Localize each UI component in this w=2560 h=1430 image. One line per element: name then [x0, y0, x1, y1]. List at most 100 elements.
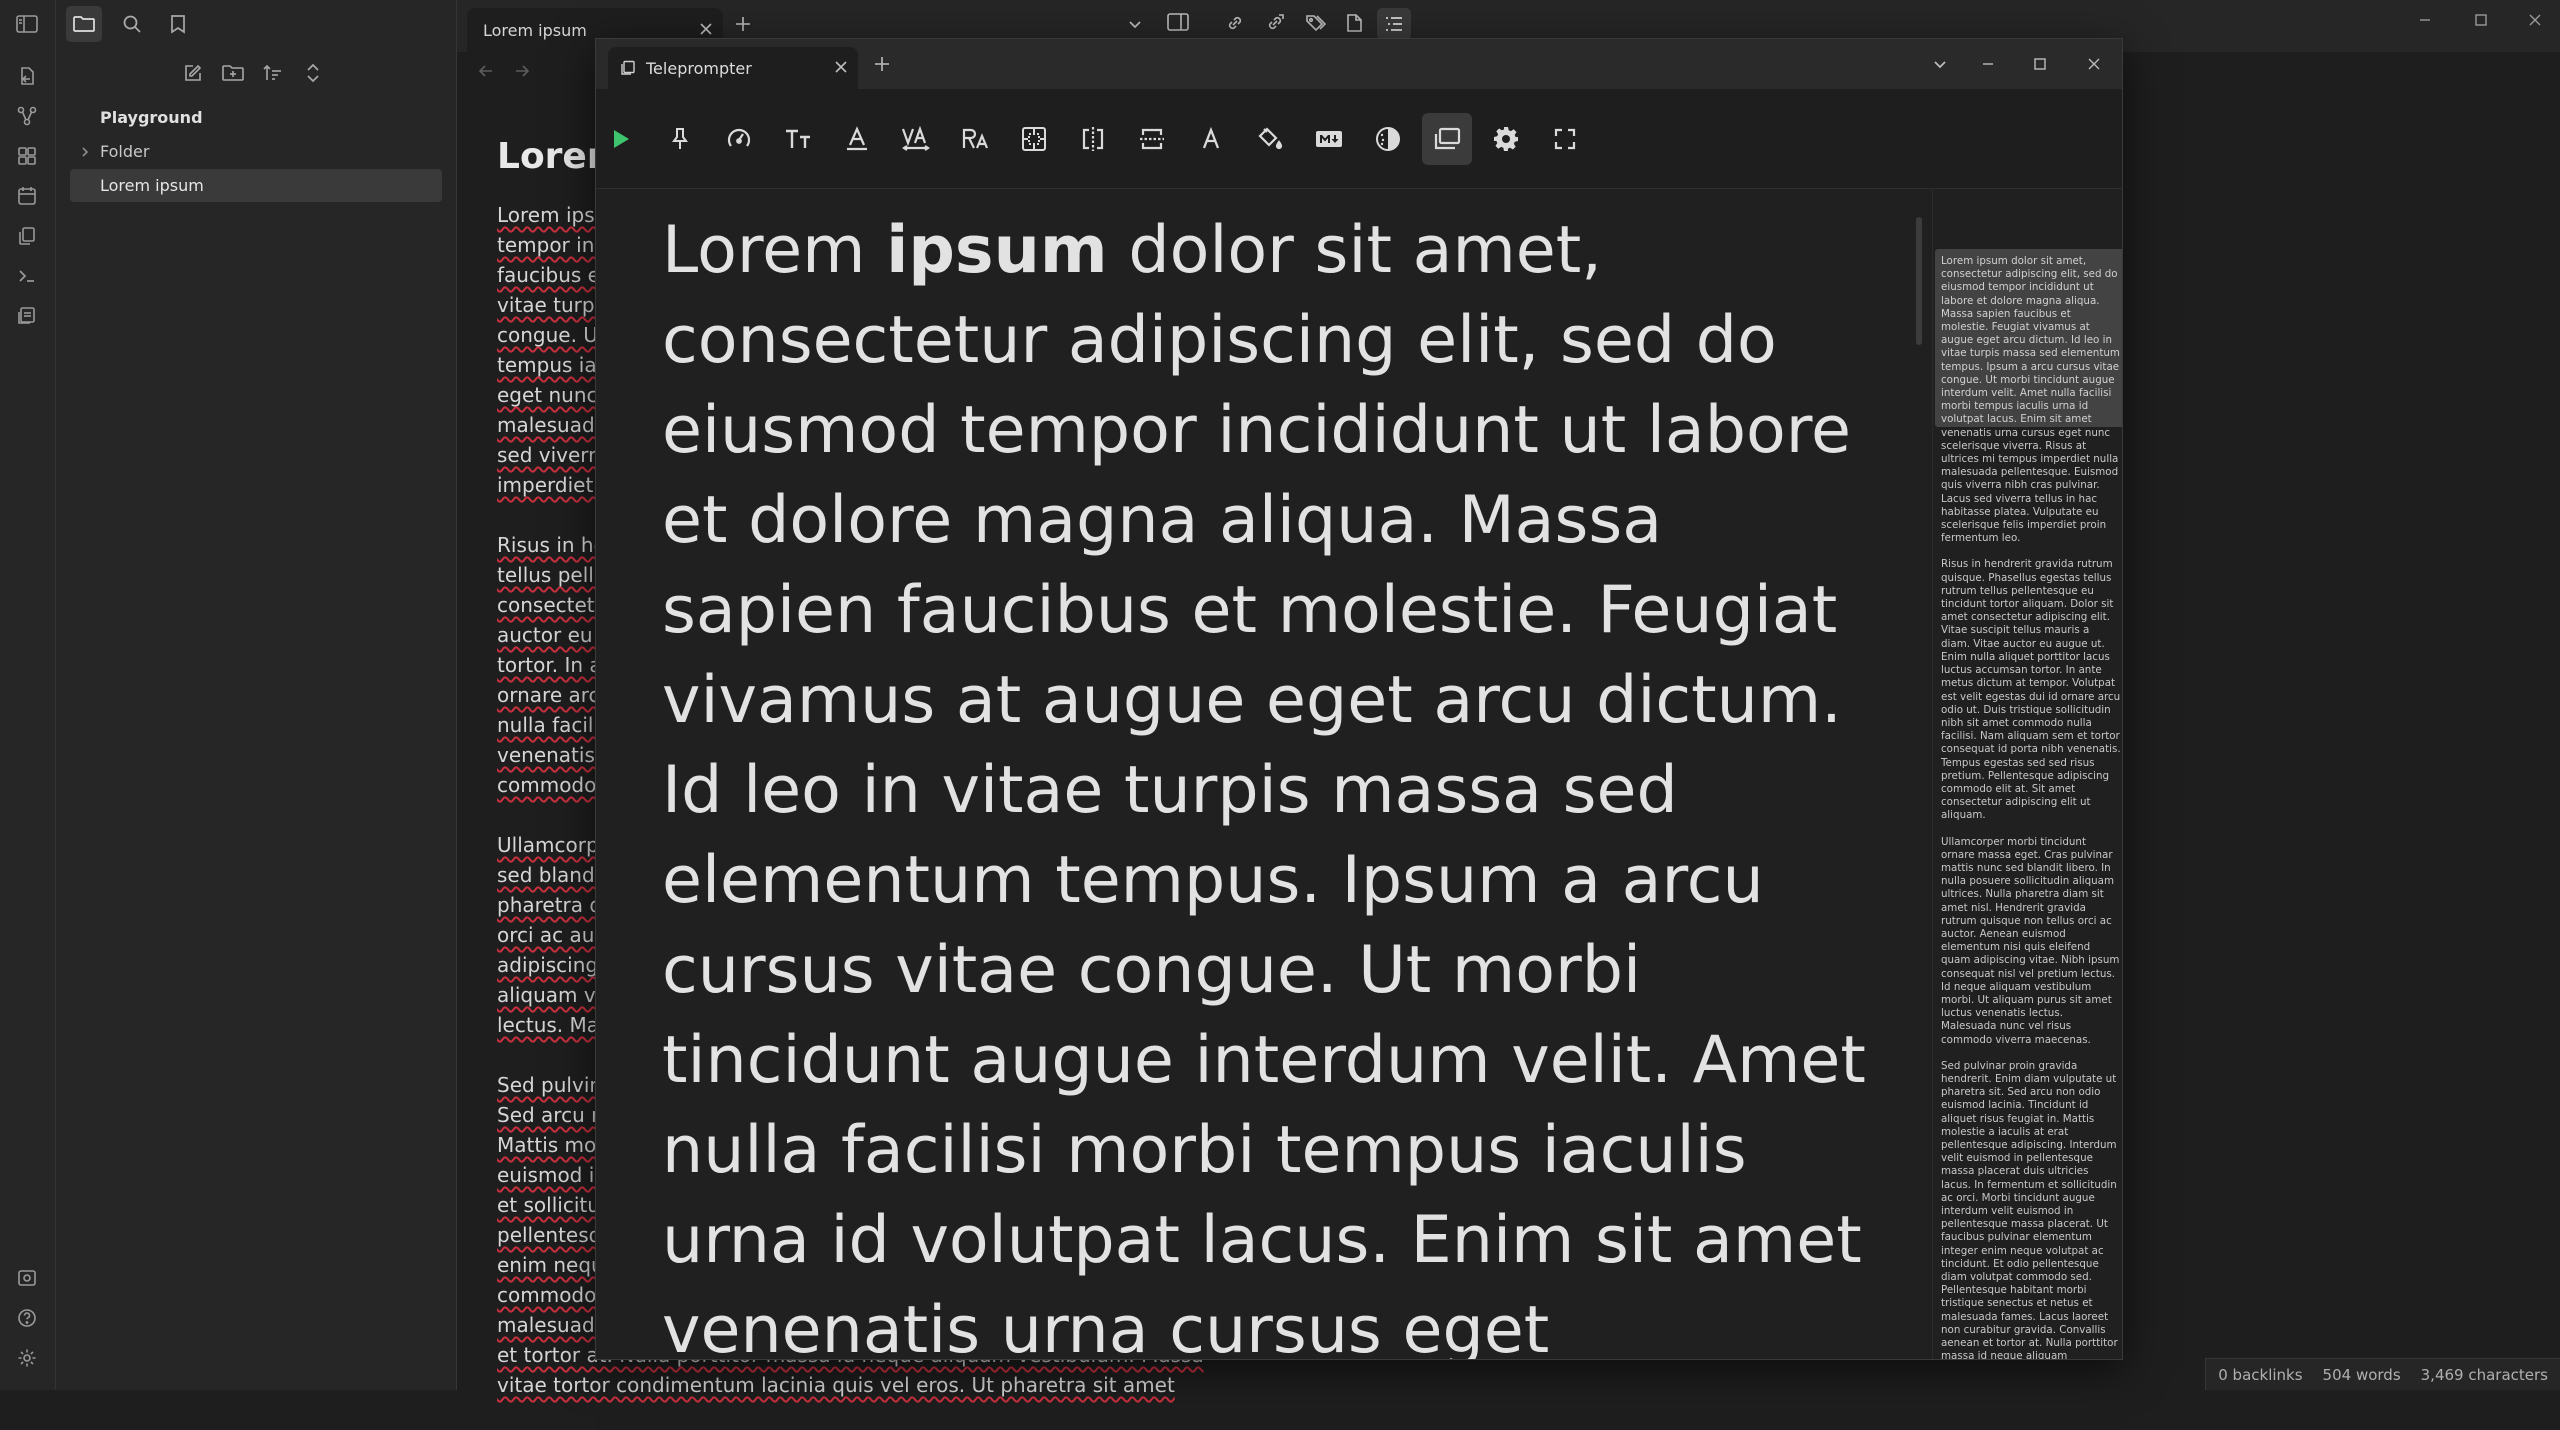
font-color-button[interactable] — [1186, 113, 1236, 165]
letter-spacing-icon — [901, 126, 931, 152]
tree-folder[interactable]: Folder — [70, 135, 442, 168]
markdown-button[interactable] — [1304, 113, 1354, 165]
back-arrow-icon[interactable] — [477, 62, 495, 80]
background-color-button[interactable] — [1245, 113, 1295, 165]
markdown-icon — [1315, 129, 1343, 149]
help-icon[interactable] — [13, 1304, 41, 1332]
paint-bucket-icon — [1257, 126, 1283, 152]
line-height-button[interactable] — [832, 113, 882, 165]
popout-maximize-icon[interactable] — [2016, 39, 2064, 89]
app-maximize-icon[interactable] — [2473, 12, 2489, 28]
flip-vertical-icon — [1139, 126, 1165, 152]
tree-file-selected[interactable]: Lorem ipsum — [70, 169, 442, 202]
flip-horizontal-icon — [1080, 126, 1106, 152]
tags-icon[interactable] — [1305, 13, 1327, 33]
font-family-icon — [961, 126, 989, 152]
vault-switcher-icon[interactable] — [13, 1264, 41, 1292]
app-close-icon[interactable] — [2527, 12, 2543, 28]
new-folder-icon[interactable] — [218, 58, 248, 88]
teleprompter-titlebar: Teleprompter — [596, 39, 2122, 89]
close-tab-icon[interactable] — [699, 22, 713, 36]
flip-vertical-button[interactable] — [1127, 113, 1177, 165]
toggle-right-sidebar-icon[interactable] — [1167, 13, 1189, 31]
fullscreen-button[interactable] — [1540, 113, 1590, 165]
collapse-all-icon[interactable] — [298, 58, 328, 88]
teleprompter-lead-word: Lorem — [662, 213, 866, 288]
note-line: vitae tortor condimentum lacinia quis ve… — [497, 1373, 1175, 1397]
gear-icon — [1492, 125, 1520, 153]
sort-order-icon[interactable] — [258, 58, 288, 88]
opacity-icon — [1375, 126, 1401, 152]
speedometer-icon — [726, 126, 752, 152]
new-note-icon[interactable] — [178, 58, 208, 88]
teleprompter-tab-title: Teleprompter — [646, 58, 752, 78]
fullscreen-icon — [1554, 128, 1576, 150]
margins-button[interactable] — [1009, 113, 1059, 165]
font-size-button[interactable] — [773, 113, 823, 165]
teleprompter-window: Teleprompter Lorem ipsum dolor sit amet,… — [595, 38, 2123, 1360]
open-quick-switcher-icon[interactable] — [13, 62, 41, 90]
toggle-sidebar-icon[interactable] — [13, 10, 41, 38]
outgoing-links-icon[interactable] — [1265, 13, 1285, 33]
command-palette-icon[interactable] — [13, 262, 41, 290]
minimap-paragraph: Ullamcorper morbi tincidunt ornare massa… — [1941, 835, 2120, 1046]
play-button[interactable] — [596, 113, 646, 165]
teleprompter-new-tab-icon[interactable] — [872, 54, 892, 74]
popout-minimize-icon[interactable] — [1964, 39, 2012, 89]
forward-arrow-icon[interactable] — [513, 62, 531, 80]
settings-icon[interactable] — [13, 1344, 41, 1372]
tab-list-chevron-icon[interactable] — [1127, 16, 1143, 32]
teleprompter-text: dolor sit amet, consectetur adipiscing e… — [662, 213, 1866, 1360]
search-tab-icon[interactable] — [114, 6, 150, 42]
file-properties-icon[interactable] — [1345, 13, 1363, 33]
vault-name[interactable]: Playground — [100, 108, 203, 127]
app-minimize-icon[interactable] — [2417, 12, 2433, 28]
character-count: 3,469 characters — [2420, 1365, 2548, 1384]
speed-button[interactable] — [714, 113, 764, 165]
bookmarks-tab-icon[interactable] — [160, 6, 196, 42]
word-count: 504 words — [2322, 1365, 2401, 1384]
teleprompter-close-tab-icon[interactable] — [834, 60, 848, 74]
popout-tab-list-icon[interactable] — [1916, 39, 1964, 89]
play-icon — [611, 128, 631, 150]
opacity-button[interactable] — [1363, 113, 1413, 165]
tree-file-label: Lorem ipsum — [100, 176, 204, 195]
teleprompter-content[interactable]: Lorem ipsum dolor sit amet, consectetur … — [662, 189, 1892, 1360]
ribbon — [0, 0, 56, 1390]
picture-in-picture-button[interactable] — [1422, 113, 1472, 165]
teleprompter-minimap[interactable]: Lorem ipsum dolor sit amet, consectetur … — [1932, 189, 2122, 1360]
templates-icon[interactable] — [13, 222, 41, 250]
teleprompter-bold-word: ipsum — [886, 213, 1108, 288]
teleprompter-ribbon-icon[interactable] — [13, 302, 41, 330]
font-size-icon — [784, 128, 812, 150]
picture-in-picture-icon — [1433, 127, 1461, 151]
new-tab-icon[interactable] — [733, 14, 753, 34]
files-tab-icon[interactable] — [66, 6, 102, 42]
pin-button[interactable] — [655, 113, 705, 165]
teleprompter-scrollbar[interactable] — [1916, 217, 1922, 345]
daily-note-icon[interactable] — [13, 182, 41, 210]
file-explorer-sidebar: Playground Folder Lorem ipsum — [56, 0, 457, 1390]
link-icon[interactable] — [1225, 13, 1245, 33]
font-family-button[interactable] — [950, 113, 1000, 165]
pin-icon — [670, 127, 690, 151]
teleprompter-toolbar — [596, 89, 2122, 189]
minimap-paragraph: Sed pulvinar proin gravida hendrerit. En… — [1941, 1059, 2118, 1360]
teleprompter-tab[interactable]: Teleprompter — [608, 47, 858, 89]
outline-icon[interactable] — [1377, 8, 1411, 40]
status-bar: 0 backlinks 504 words 3,469 characters — [2205, 1358, 2560, 1390]
minimap-viewport[interactable] — [1935, 249, 2122, 427]
graph-view-icon[interactable] — [13, 102, 41, 130]
minimap-paragraph: Risus in hendrerit gravida rutrum quisqu… — [1941, 558, 2121, 822]
popout-close-icon[interactable] — [2070, 39, 2118, 89]
backlinks-count[interactable]: 0 backlinks — [2218, 1366, 2302, 1384]
chevron-right-icon — [70, 146, 100, 158]
settings-button[interactable] — [1481, 113, 1531, 165]
text-baseline-icon — [844, 126, 870, 152]
tab-title: Lorem ipsum — [483, 20, 587, 40]
font-color-icon — [1200, 127, 1222, 151]
flip-horizontal-button[interactable] — [1068, 113, 1118, 165]
canvas-icon[interactable] — [13, 142, 41, 170]
letter-spacing-button[interactable] — [891, 113, 941, 165]
teleprompter-tab-icon — [620, 60, 636, 76]
